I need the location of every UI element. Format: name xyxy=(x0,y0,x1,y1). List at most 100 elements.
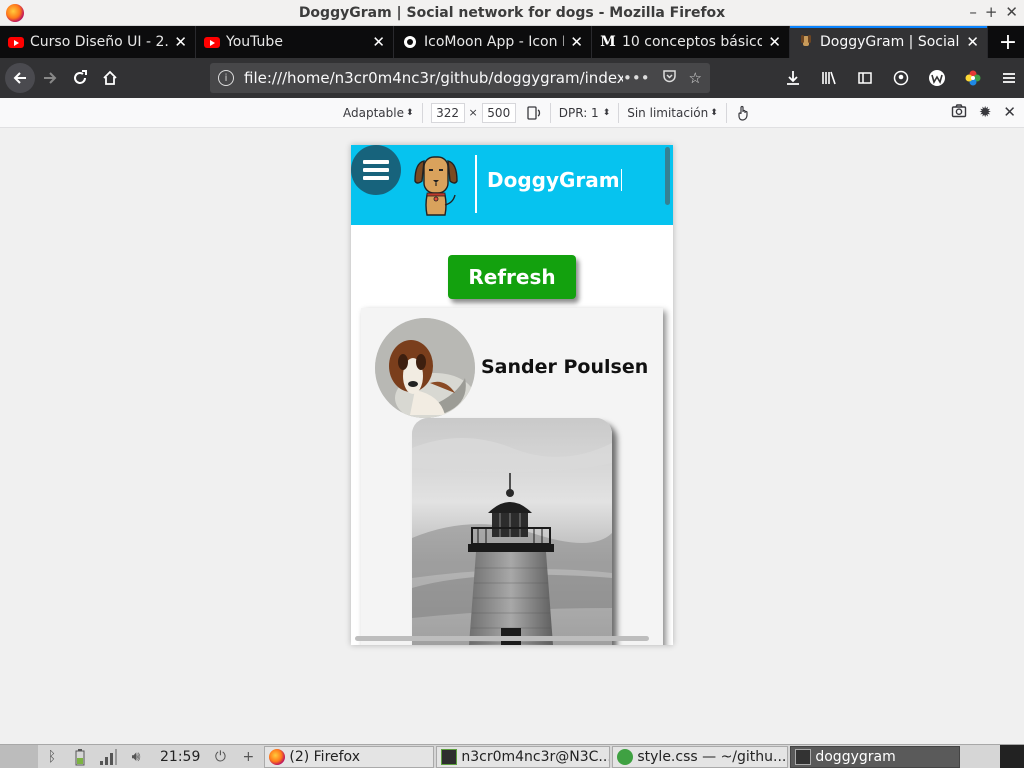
sidebar-button[interactable] xyxy=(850,63,880,93)
terminal-icon xyxy=(441,748,458,765)
rotate-viewport-button[interactable] xyxy=(526,98,542,128)
dpr-select[interactable]: DPR: 1 ⬍ xyxy=(559,98,610,128)
more-actions-icon[interactable]: ••• xyxy=(623,69,650,88)
refresh-button[interactable]: Refresh xyxy=(448,255,576,299)
youtube-icon xyxy=(204,34,220,50)
network-signal-icon[interactable] xyxy=(98,747,118,767)
settings-gear-icon[interactable]: ✹ xyxy=(979,103,992,123)
tab-label: Curso Diseño UI - 2. C xyxy=(30,34,169,50)
tab-label: YouTube xyxy=(226,34,283,50)
close-tab-icon[interactable]: ✕ xyxy=(570,33,583,51)
pocket-icon[interactable] xyxy=(662,69,677,88)
taskbar-editor[interactable]: style.css — ~/githu... xyxy=(612,745,789,768)
owner-name[interactable]: Sander Poulsen xyxy=(481,356,648,378)
tab-conceptos[interactable]: M 10 conceptos básicos ✕ xyxy=(592,26,790,58)
taskbar-window-label: style.css — ~/githu... xyxy=(637,748,787,765)
battery-icon[interactable] xyxy=(70,747,90,767)
tab-strip: Curso Diseño UI - 2. C ✕ YouTube ✕ IcoMo… xyxy=(0,26,1024,58)
tab-doggygram[interactable]: DoggyGram | Social n ✕ xyxy=(790,26,988,58)
extension-w-button[interactable] xyxy=(922,63,952,93)
owner-avatar[interactable] xyxy=(375,318,475,418)
home-button[interactable] xyxy=(95,63,125,93)
back-button[interactable] xyxy=(5,63,35,93)
volume-icon[interactable]: 🔊︎ xyxy=(126,747,146,767)
new-tab-button[interactable]: + xyxy=(992,26,1024,58)
close-responsive-icon[interactable]: ✕ xyxy=(1003,103,1016,123)
taskbar-folder[interactable]: doggygram xyxy=(790,745,961,768)
select-arrows-icon: ⬍ xyxy=(405,107,414,118)
network-throttle-select[interactable]: Sin limitación ⬍ xyxy=(627,98,718,128)
brand-text: DoggyGram xyxy=(487,168,620,192)
header-divider xyxy=(475,155,477,213)
close-tab-icon[interactable]: ✕ xyxy=(768,33,781,51)
menu-button[interactable] xyxy=(994,63,1024,93)
touch-hand-icon xyxy=(738,105,748,121)
url-text[interactable]: file:///home/n3cr0m4nc3r/github/doggygra… xyxy=(244,69,623,87)
add-launcher-icon[interactable]: + xyxy=(238,747,258,767)
post-photo[interactable] xyxy=(412,418,612,645)
window-titlebar: DoggyGram | Social network for dogs - Mo… xyxy=(0,0,1024,26)
app-menu-button[interactable] xyxy=(351,145,401,195)
taskbar-firefox[interactable]: (2) Firefox xyxy=(264,745,435,768)
account-button[interactable] xyxy=(886,63,916,93)
close-tab-icon[interactable]: ✕ xyxy=(174,33,187,51)
editor-icon xyxy=(617,748,634,765)
sidebar-icon xyxy=(858,72,872,84)
medium-icon: M xyxy=(600,34,616,50)
taskbar-window-label: (2) Firefox xyxy=(289,748,360,765)
device-preset-label: Adaptable xyxy=(343,105,404,120)
dog-favicon xyxy=(798,34,814,50)
back-arrow-icon xyxy=(13,72,26,84)
clock[interactable]: 21:59 xyxy=(160,749,200,765)
forward-arrow-icon xyxy=(44,72,57,84)
device-preset-select[interactable]: Adaptable ⬍ xyxy=(343,98,414,128)
vertical-scrollbar[interactable] xyxy=(665,147,670,205)
tab-icomoon[interactable]: IcoMoon App - Icon F ✕ xyxy=(394,26,592,58)
info-icon[interactable]: i xyxy=(218,70,234,86)
system-taskbar: ᛒ 🔊︎ 21:59 ⏻ + (2) Firefox n3cr0m4nc3r@N… xyxy=(0,744,1024,768)
responsive-toolbar: Adaptable ⬍ 322 × 500 DPR: 1 ⬍ Sin limitac… xyxy=(0,98,1024,128)
reload-button[interactable] xyxy=(65,63,95,93)
taskbar-terminal[interactable]: n3cr0m4nc3r@N3C... xyxy=(436,745,611,768)
close-tab-icon[interactable]: ✕ xyxy=(372,33,385,51)
bluetooth-icon[interactable]: ᛒ xyxy=(42,747,62,767)
downloads-button[interactable] xyxy=(778,63,808,93)
dog-logo-icon xyxy=(414,156,458,216)
saint-bernard-photo xyxy=(375,318,475,418)
select-arrows-icon: ⬍ xyxy=(710,107,718,118)
viewport-width-input[interactable]: 322 xyxy=(430,102,465,123)
screenshot-camera-icon[interactable] xyxy=(951,103,967,123)
minimize-icon[interactable]: – xyxy=(969,3,977,21)
post-card: Sander Poulsen xyxy=(361,308,663,645)
library-button[interactable] xyxy=(814,63,844,93)
account-icon xyxy=(893,70,909,86)
hamburger-menu-icon xyxy=(1003,73,1015,83)
dimension-separator: × xyxy=(468,106,478,119)
horizontal-scrollbar[interactable] xyxy=(355,636,649,641)
maximize-icon[interactable]: + xyxy=(985,3,998,21)
power-icon[interactable]: ⏻ xyxy=(210,747,230,767)
url-bar[interactable]: i file:///home/n3cr0m4nc3r/github/doggyg… xyxy=(210,63,710,93)
close-tab-icon[interactable]: ✕ xyxy=(966,33,979,51)
touch-simulation-button[interactable] xyxy=(735,98,751,128)
app-brand-title: DoggyGram xyxy=(487,168,622,192)
device-viewport[interactable]: DoggyGram Refresh Sander Poulsen xyxy=(351,145,673,645)
reload-icon xyxy=(74,70,87,84)
throttle-label: Sin limitación xyxy=(627,105,709,120)
viewport-height-input[interactable]: 500 xyxy=(481,102,516,123)
color-picker-icon xyxy=(965,70,981,86)
tab-curso-diseno[interactable]: Curso Diseño UI - 2. C ✕ xyxy=(0,26,196,58)
show-desktop-button[interactable] xyxy=(1000,744,1024,768)
text-caret xyxy=(620,169,622,191)
forward-button[interactable] xyxy=(35,63,65,93)
close-icon[interactable]: ✕ xyxy=(1005,3,1018,21)
window-title: DoggyGram | Social network for dogs - Mo… xyxy=(298,4,726,21)
workspace-switcher[interactable] xyxy=(0,744,38,768)
taskbar-window-label: n3cr0m4nc3r@N3C... xyxy=(461,748,611,765)
bookmark-star-icon[interactable]: ☆ xyxy=(689,69,702,88)
tab-youtube[interactable]: YouTube ✕ xyxy=(196,26,394,58)
rotate-device-icon xyxy=(527,105,540,120)
lighthouse-photo xyxy=(412,418,612,645)
icomoon-icon xyxy=(402,34,418,50)
extension-color-button[interactable] xyxy=(958,63,988,93)
